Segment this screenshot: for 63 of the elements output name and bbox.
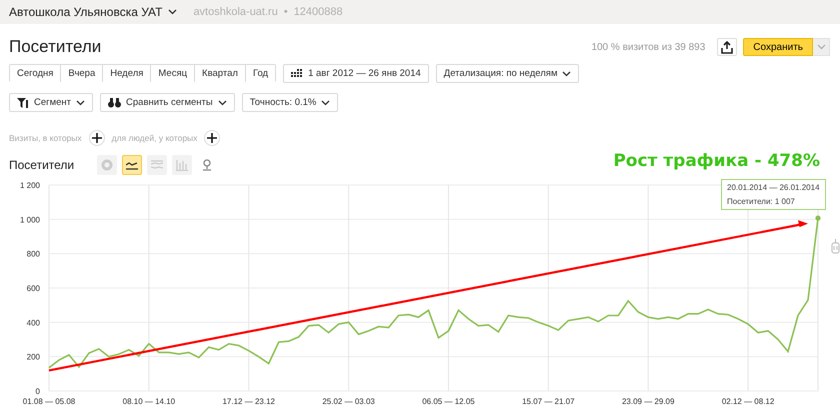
detail-dropdown[interactable]: Детализация: по неделям xyxy=(436,64,580,83)
y-axis-label: 200 xyxy=(26,352,40,362)
plus-icon xyxy=(92,133,102,143)
growth-headline: Рост трафика - 478% xyxy=(613,151,820,171)
chevron-down-icon xyxy=(562,70,572,76)
x-axis-label: 23.09 — 29.09 xyxy=(622,397,674,406)
add-condition-button[interactable] xyxy=(88,130,105,146)
page-title: Посетители xyxy=(9,37,102,57)
y-axis-label: 600 xyxy=(26,284,40,293)
chart-type-button[interactable] xyxy=(122,155,142,175)
condition-label: для людей, у которых xyxy=(112,133,198,143)
x-axis-label: 06.05 — 12.05 xyxy=(422,397,475,406)
x-axis-label: 02.12 — 08.12 xyxy=(722,397,774,406)
period-tab[interactable]: Год xyxy=(244,65,276,82)
pie-chart-icon xyxy=(101,159,114,171)
export-button[interactable] xyxy=(717,38,738,56)
filter-dropdown[interactable]: Сегмент xyxy=(9,93,94,112)
chevron-down-icon xyxy=(218,100,227,106)
condition-label: Визиты, в которых xyxy=(9,133,82,143)
stacked-chart-icon xyxy=(151,160,164,170)
y-axis-label: 1 200 xyxy=(20,181,40,190)
add-condition-button[interactable] xyxy=(204,130,220,146)
counter-name[interactable]: Автошкола Ульяновска УАТ xyxy=(9,5,162,19)
x-axis-label: 01.08 — 05.08 xyxy=(22,397,76,406)
period-tab[interactable]: Квартал xyxy=(194,65,245,82)
y-axis-label: 1 000 xyxy=(20,215,40,224)
y-axis-label: 800 xyxy=(26,250,40,259)
period-tab[interactable]: Вчера xyxy=(60,65,102,82)
site-url: avtoshkola-uat.ru xyxy=(193,6,278,18)
bar-chart-icon xyxy=(176,160,188,170)
chevron-down-icon xyxy=(321,100,330,106)
map-pin-icon xyxy=(202,159,212,171)
chart-label: Посетители xyxy=(9,158,74,172)
plus-icon xyxy=(207,133,218,143)
tooltip-value: Посетители: 1 007 xyxy=(727,197,796,206)
y-axis-label: 0 xyxy=(36,387,40,396)
scroll-handle-icon[interactable] xyxy=(832,238,840,254)
date-range-button[interactable]: 1 авг 2012 — 26 янв 2014 xyxy=(283,64,429,83)
chevron-down-icon[interactable] xyxy=(168,9,178,15)
save-button[interactable]: Сохранить xyxy=(743,38,813,56)
separator-dot: • xyxy=(284,6,288,18)
line-chart-icon xyxy=(126,160,138,170)
counter-id: 12400888 xyxy=(294,6,343,18)
chevron-down-icon xyxy=(816,44,826,50)
data-point[interactable] xyxy=(815,216,821,221)
x-axis-label: 15.07 — 21.07 xyxy=(522,397,575,406)
calendar-icon xyxy=(291,68,304,78)
period-tab[interactable]: Неделя xyxy=(102,65,150,82)
tooltip-date-range: 20.01.2014 — 26.01.2014 xyxy=(727,183,820,192)
period-tab[interactable]: Месяц xyxy=(150,65,194,82)
x-axis-label: 25.02 — 03.03 xyxy=(322,397,375,406)
sample-info: 100 % визитов из 39 893 xyxy=(591,42,706,52)
x-axis-label: 17.12 — 23.12 xyxy=(222,397,275,406)
filter-icon xyxy=(17,98,29,108)
y-axis-label: 400 xyxy=(26,318,40,328)
binoculars-icon xyxy=(108,98,122,108)
share-icon xyxy=(721,40,734,54)
chevron-down-icon xyxy=(76,100,86,106)
period-tab[interactable]: Сегодня xyxy=(10,65,60,82)
x-axis-label: 08.10 — 14.10 xyxy=(122,397,176,406)
filter-dropdown[interactable]: Точность: 0.1% xyxy=(242,93,338,112)
filter-dropdown[interactable]: Сравнить сегменты xyxy=(100,93,235,112)
save-menu-button[interactable] xyxy=(813,38,830,56)
